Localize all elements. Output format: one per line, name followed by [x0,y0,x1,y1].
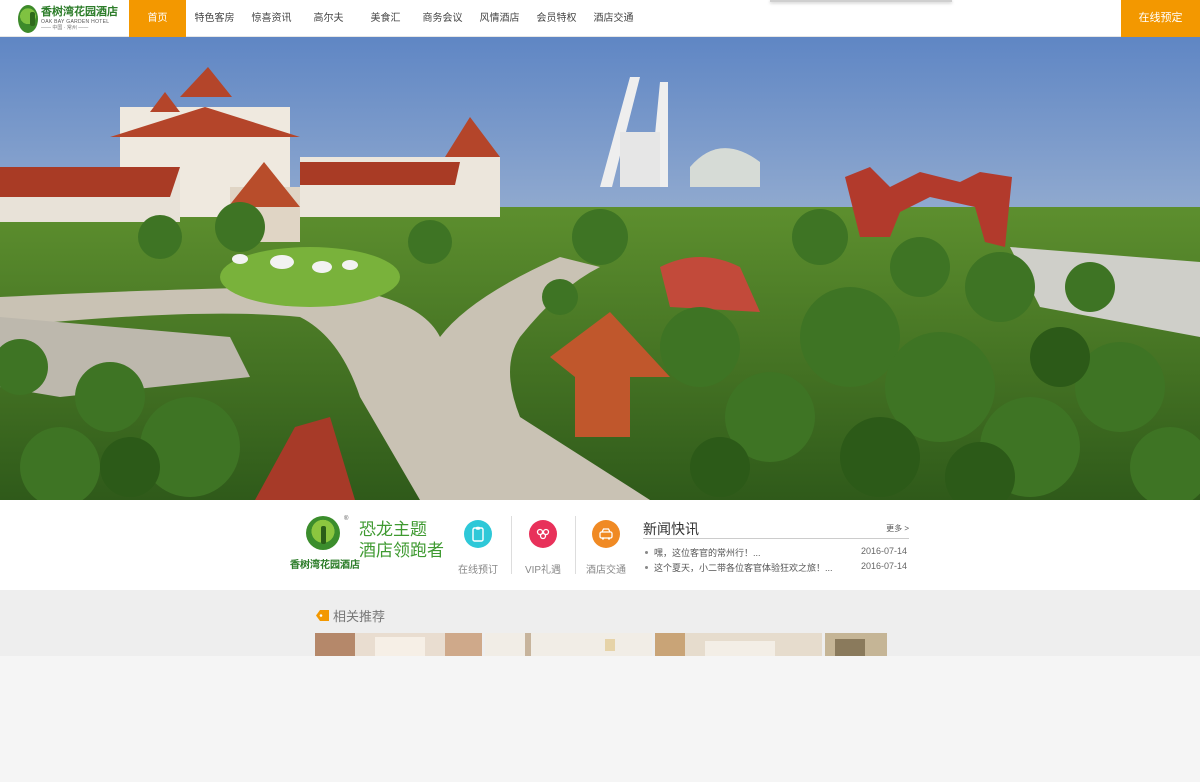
bullet-icon [645,566,648,569]
divider [511,516,512,574]
brand-logo: ® 香树湾花园酒店 [290,516,360,574]
people-icon [529,520,557,548]
logo-text: 香树湾花园酒店 OAK BAY GARDEN HOTEL —— 中国 · 常州 … [41,5,118,31]
clipboard-icon [464,520,492,548]
info-strip: ® 香树湾花园酒店 恐龙主题 酒店领跑者 在线预订 VIP礼遇 酒店交通 新闻快… [0,500,1200,590]
room-photo [315,633,482,656]
online-booking-link[interactable]: 在线预订 [448,520,508,576]
page-background [0,656,1200,782]
room-thumbnail[interactable] [825,633,887,656]
nav-item-transport[interactable]: 酒店交通 [585,0,642,37]
main-nav: 首页 特色客房 惊喜资讯 高尔夫 美食汇 商务会议 风情酒店 会员特权 酒店交通 [129,0,642,37]
nav-item-style-hotel[interactable]: 风情酒店 [471,0,528,37]
palm-tree-brand-icon [306,516,340,550]
news-item[interactable]: 这个夏天，小二带各位客官体验狂欢之旅！... 2016-07-14 [643,561,909,576]
slogan: 恐龙主题 酒店领跑者 [359,519,449,561]
tag-icon [316,610,329,621]
related-title: 相关推荐 [333,609,386,624]
vip-link[interactable]: VIP礼遇 [513,520,573,576]
news-item[interactable]: 嘿，这位客官的常州行！... 2016-07-14 [643,546,909,561]
vip-label: VIP礼遇 [524,565,562,576]
car-icon [592,520,620,548]
registered-mark: ® [344,516,349,522]
news-header: 新闻快讯 更多 > [643,517,909,539]
nav-item-news[interactable]: 惊喜资讯 [243,0,300,37]
transport-link[interactable]: 酒店交通 [576,520,636,576]
news-more-link[interactable]: 更多 > [886,523,909,534]
nav-item-member[interactable]: 会员特权 [528,0,585,37]
nav-item-home[interactable]: 首页 [129,0,186,37]
news-panel: 新闻快讯 更多 > 嘿，这位客官的常州行！... 2016-07-14 这个夏天… [643,517,909,576]
logo-cn-name: 香树湾花园酒店 [41,5,118,18]
online-booking-label: 在线预订 [458,565,498,576]
book-online-button[interactable]: 在线预定 [1121,0,1200,37]
news-item-date: 2016-07-14 [860,561,907,571]
nav-item-rooms[interactable]: 特色客房 [186,0,243,37]
slogan-line-2: 酒店领跑者 [359,541,444,560]
room-photo [825,633,887,656]
room-thumbnail[interactable] [485,633,652,656]
slogan-line-1: 恐龙主题 [359,520,427,539]
dropdown-shadow [770,0,952,2]
news-item-text[interactable]: 嘿，这位客官的常州行！... [654,546,761,559]
news-title: 新闻快讯 [643,521,699,537]
room-photo [485,633,652,656]
room-thumbnail[interactable] [655,633,822,656]
news-item-text[interactable]: 这个夏天，小二带各位客官体验狂欢之旅！... [654,561,833,574]
logo-location: —— 中国 · 常州 —— [41,24,89,31]
brand-name: 香树湾花园酒店 [290,560,360,571]
transport-label: 酒店交通 [586,565,626,576]
top-navbar: 香树湾花园酒店 OAK BAY GARDEN HOTEL —— 中国 · 常州 … [0,0,1200,37]
related-section: 相关推荐 [0,590,1200,656]
room-thumbnail[interactable] [315,633,482,656]
room-photo [655,633,822,656]
nav-item-food[interactable]: 美食汇 [357,0,414,37]
news-item-date: 2016-07-14 [860,546,907,556]
palm-tree-logo-icon [18,4,38,33]
hotel-logo[interactable]: 香树湾花园酒店 OAK BAY GARDEN HOTEL —— 中国 · 常州 … [18,3,118,34]
hotel-aerial-image [0,37,1200,500]
related-header: 相关推荐 [316,606,385,625]
nav-item-meetings[interactable]: 商务会议 [414,0,471,37]
hero-banner[interactable] [0,37,1200,500]
bullet-icon [645,551,648,554]
logo-en-name: OAK BAY GARDEN HOTEL [41,18,110,25]
nav-item-golf[interactable]: 高尔夫 [300,0,357,37]
